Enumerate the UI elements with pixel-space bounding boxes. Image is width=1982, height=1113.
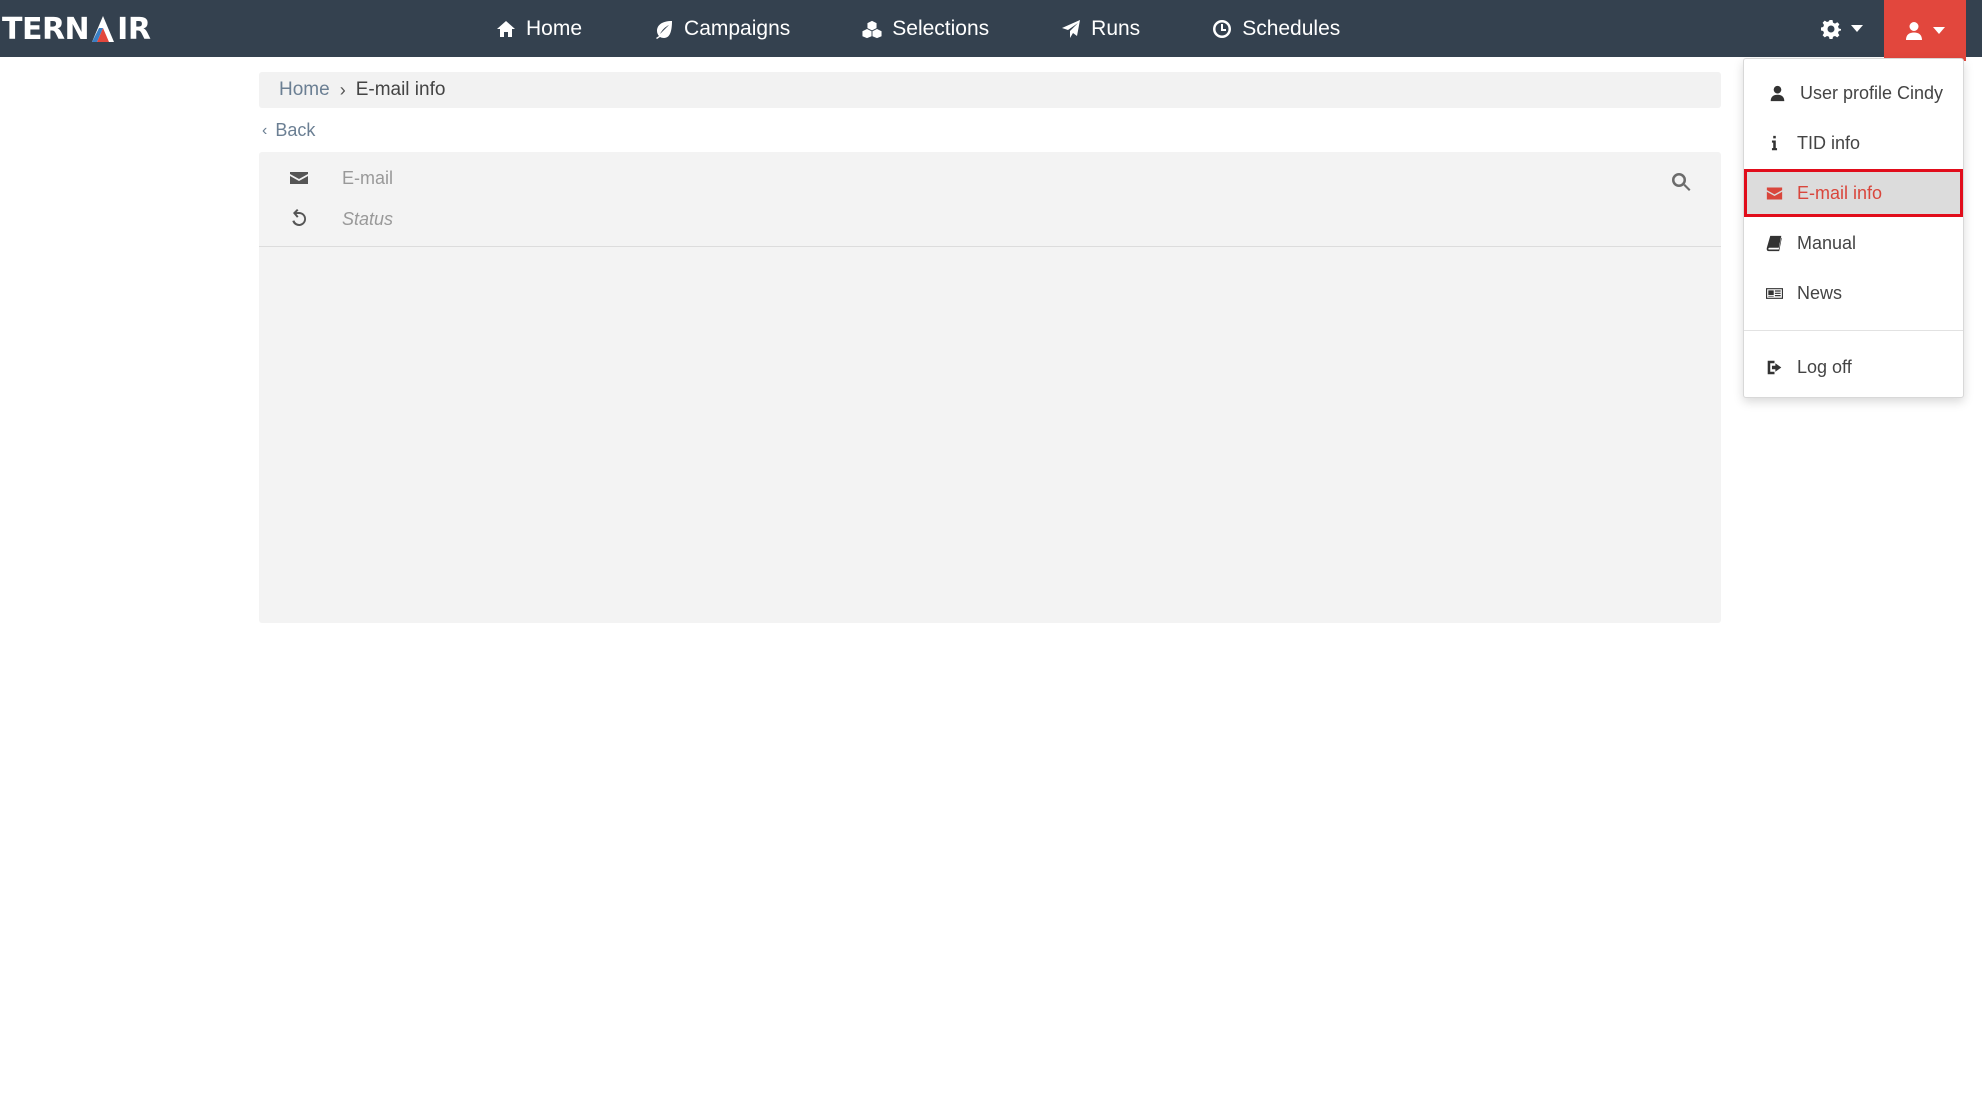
chevron-down-icon xyxy=(1933,27,1945,34)
nav-home[interactable]: Home xyxy=(460,0,618,57)
breadcrumb-separator: › xyxy=(339,79,346,100)
nav-selections[interactable]: Selections xyxy=(826,0,1025,57)
menu-divider xyxy=(1744,330,1963,331)
main-nav: Home Campaigns Selections Runs Schedules xyxy=(460,0,1376,57)
undo-icon xyxy=(289,209,309,229)
panel-divider xyxy=(259,246,1721,247)
envelope-icon xyxy=(289,168,309,188)
user-icon xyxy=(1770,85,1785,101)
ternair-logo[interactable]: TERN IR xyxy=(2,11,151,47)
menu-item-user-profile[interactable]: User profile Cindy xyxy=(1744,69,1963,117)
nav-schedules[interactable]: Schedules xyxy=(1176,0,1376,57)
nav-runs-label: Runs xyxy=(1091,16,1141,40)
menu-item-label: Manual xyxy=(1797,232,1857,253)
envelope-icon xyxy=(1766,187,1783,199)
menu-item-log-off[interactable]: Log off xyxy=(1744,343,1963,391)
user-menu-toggle[interactable] xyxy=(1884,0,1966,61)
nav-selections-label: Selections xyxy=(892,16,990,40)
status-filter-row[interactable]: Status xyxy=(259,199,1721,239)
sign-out-icon xyxy=(1767,360,1782,374)
search-button[interactable] xyxy=(1671,172,1695,196)
nav-campaigns-label: Campaigns xyxy=(684,16,791,40)
menu-item-label: User profile Cindy xyxy=(1800,82,1944,103)
chevron-down-icon xyxy=(1851,25,1863,32)
newspaper-icon xyxy=(1766,287,1783,299)
status-filter-select[interactable]: Status xyxy=(342,209,393,230)
leaf-icon xyxy=(656,20,673,39)
book-icon xyxy=(1766,235,1782,251)
paper-plane-icon xyxy=(1062,19,1081,38)
breadcrumb-current: E-mail info xyxy=(355,79,446,100)
email-info-panel: E-mail Status xyxy=(259,152,1721,623)
nav-home-label: Home xyxy=(526,16,583,40)
menu-item-news[interactable]: News xyxy=(1744,269,1963,317)
home-icon xyxy=(497,20,515,37)
user-dropdown-menu: User profile Cindy TID info E-mail info … xyxy=(1743,58,1964,398)
back-link[interactable]: ‹ Back xyxy=(262,120,315,141)
search-icon xyxy=(1672,173,1691,191)
nav-schedules-label: Schedules xyxy=(1242,16,1341,40)
menu-item-label: Log off xyxy=(1797,356,1852,377)
menu-item-label: TID info xyxy=(1797,132,1861,153)
nav-campaigns[interactable]: Campaigns xyxy=(618,0,826,57)
settings-menu-toggle[interactable] xyxy=(1800,0,1884,57)
logo-text-right: IR xyxy=(117,11,151,47)
menu-item-email-info[interactable]: E-mail info xyxy=(1744,169,1963,217)
top-navbar: TERN IR Home Campaigns Selections Runs S… xyxy=(0,0,1982,61)
gear-icon xyxy=(1821,19,1841,39)
logo-triangle-icon xyxy=(90,14,116,44)
menu-item-manual[interactable]: Manual xyxy=(1744,219,1963,267)
menu-item-tid-info[interactable]: TID info xyxy=(1744,119,1963,167)
cubes-icon xyxy=(862,20,882,38)
info-icon xyxy=(1771,135,1778,150)
menu-item-label: E-mail info xyxy=(1797,182,1883,203)
back-link-label: Back xyxy=(275,120,316,140)
nav-runs[interactable]: Runs xyxy=(1025,0,1176,57)
menu-item-label: News xyxy=(1797,282,1843,303)
chevron-left-icon: ‹ xyxy=(262,121,268,139)
clock-icon xyxy=(1213,19,1232,38)
breadcrumb-home-link[interactable]: Home xyxy=(279,79,330,101)
email-filter-input[interactable]: E-mail xyxy=(342,168,393,189)
user-icon xyxy=(1906,21,1922,40)
email-filter-row[interactable]: E-mail xyxy=(259,158,1721,198)
logo-text-left: TERN xyxy=(2,11,90,47)
breadcrumb: Home › E-mail info xyxy=(259,72,1721,108)
